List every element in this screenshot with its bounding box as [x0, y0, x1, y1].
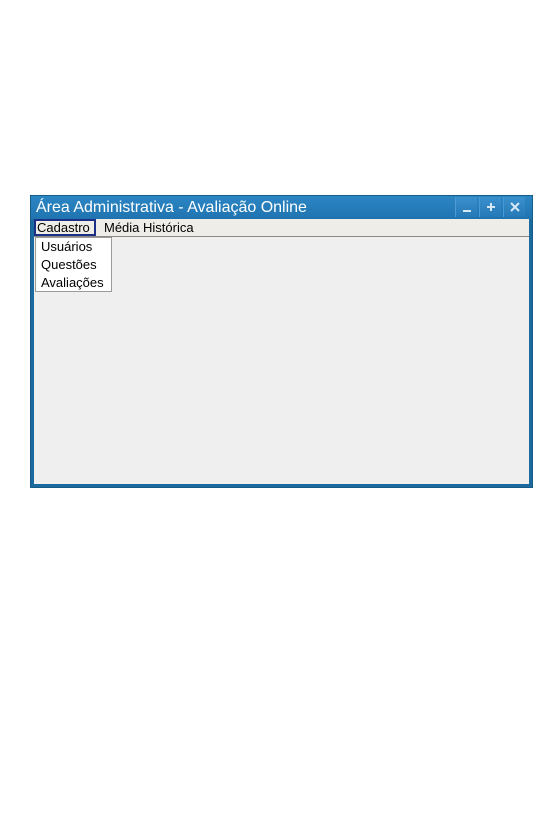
close-button[interactable]	[503, 197, 525, 217]
app-window: Área Administrativa - Avaliação Online C…	[30, 195, 533, 488]
minimize-icon	[463, 210, 471, 212]
menu-item-usuarios[interactable]: Usuários	[41, 238, 92, 256]
close-icon	[510, 202, 520, 212]
minimize-button[interactable]	[455, 197, 477, 217]
menu-cadastro[interactable]: Cadastro	[34, 219, 96, 236]
menu-media-historica[interactable]: Média Histórica	[102, 219, 196, 236]
menu-item-avaliacoes[interactable]: Avaliações	[41, 274, 104, 292]
menu-item-questoes[interactable]: Questões	[41, 256, 97, 274]
maximize-button[interactable]	[479, 197, 501, 217]
menu-bar: Cadastro Média Histórica	[34, 219, 529, 237]
window-title: Área Administrativa - Avaliação Online	[36, 199, 307, 216]
title-bar[interactable]: Área Administrativa - Avaliação Online	[31, 196, 532, 219]
cadastro-dropdown: Usuários Questões Avaliações	[35, 237, 112, 292]
window-content: Cadastro Média Histórica Usuários Questõ…	[34, 219, 529, 484]
plus-icon	[487, 203, 495, 211]
